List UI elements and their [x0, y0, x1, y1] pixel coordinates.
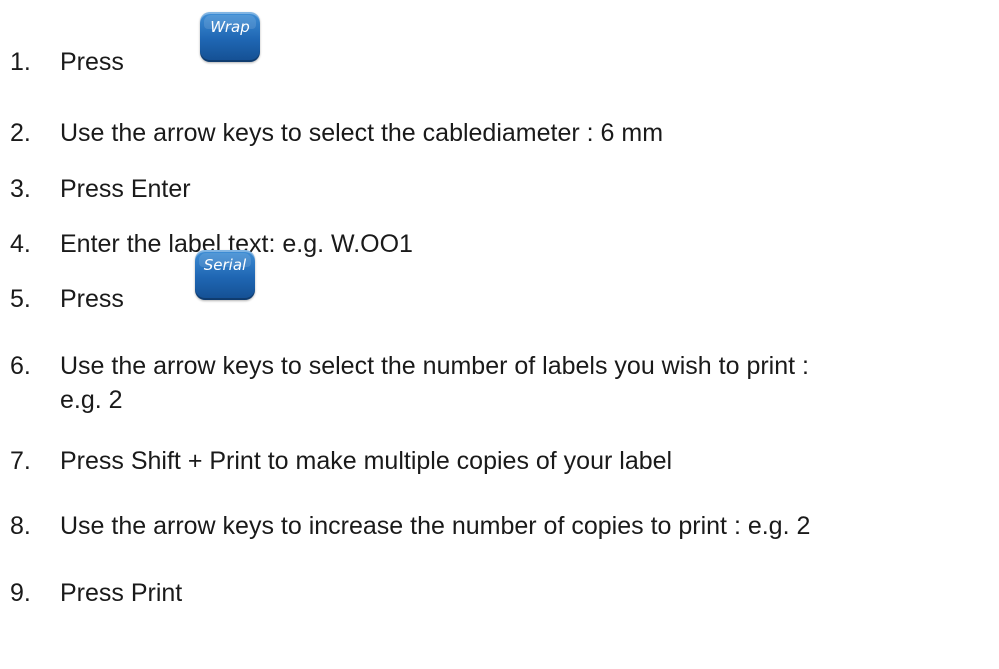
step-text: Press [60, 285, 124, 313]
serial-key-icon: Serial [195, 250, 255, 300]
step-number: 6. [10, 352, 31, 380]
step-number: 1. [10, 48, 31, 76]
step-text: Press Shift + Print to make multiple cop… [60, 447, 673, 475]
step-text: Press Enter [60, 175, 191, 203]
step-number: 7. [10, 447, 31, 475]
instruction-list: 1. Press Wrap 2. Use the arrow keys to s… [0, 0, 999, 669]
step-text: Use the arrow keys to select the number … [60, 352, 809, 380]
step-text-continued: e.g. 2 [60, 386, 123, 414]
step-number: 2. [10, 119, 31, 147]
wrap-key-icon: Wrap [200, 12, 260, 62]
step-text: Press [60, 48, 124, 76]
wrap-key-label: Wrap [210, 18, 250, 36]
step-number: 4. [10, 230, 31, 258]
step-number: 5. [10, 285, 31, 313]
step-number: 8. [10, 512, 31, 540]
serial-key-label: Serial [203, 256, 247, 274]
step-number: 9. [10, 579, 31, 607]
step-text: Press Print [60, 579, 183, 607]
step-text: Use the arrow keys to increase the numbe… [60, 512, 811, 540]
step-number: 3. [10, 175, 31, 203]
step-text: Use the arrow keys to select the cabledi… [60, 119, 664, 147]
